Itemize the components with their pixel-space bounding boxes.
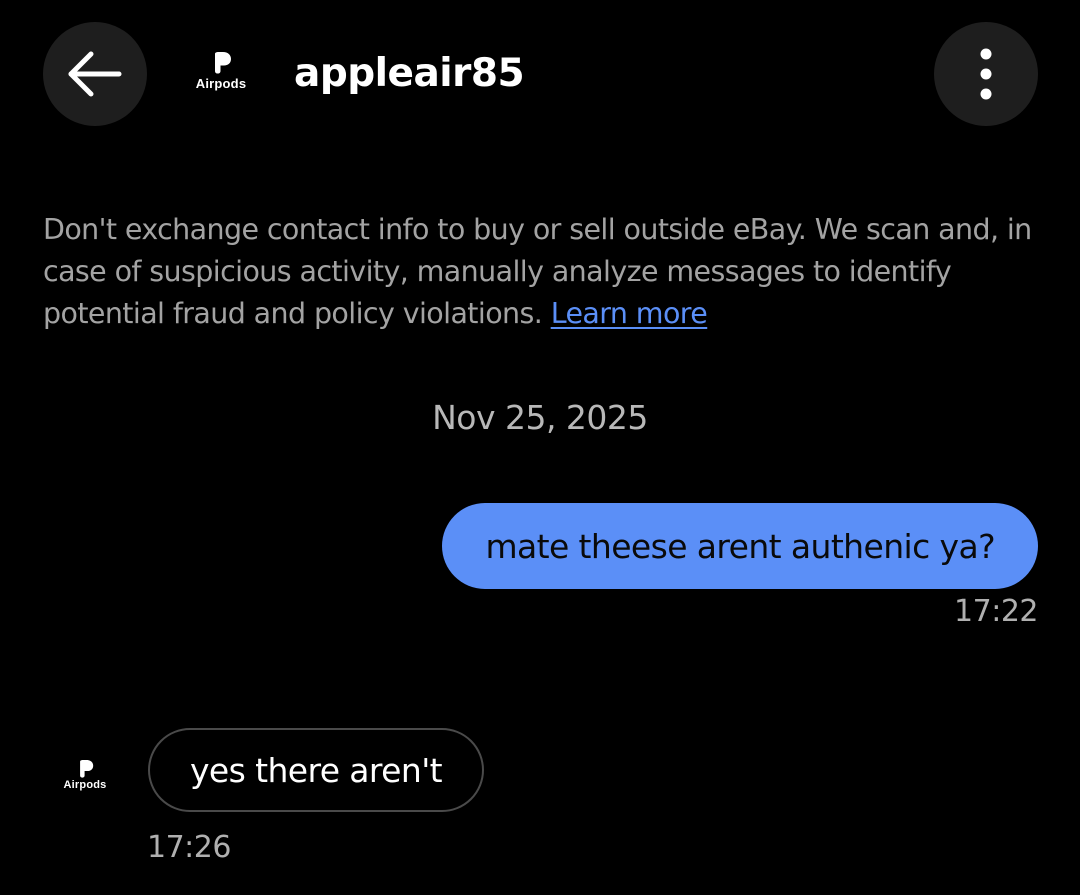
more-options-button[interactable]	[934, 22, 1038, 126]
airpod-icon	[215, 52, 231, 74]
message-text: mate theese arent authenic ya?	[485, 526, 995, 566]
vertical-dots-icon	[980, 48, 992, 100]
date-separator: Nov 25, 2025	[432, 398, 648, 437]
message-timestamp: 17:22	[954, 594, 1038, 629]
disclaimer-text: Don't exchange contact info to buy or se…	[43, 213, 1032, 330]
learn-more-link[interactable]: Learn more	[551, 297, 708, 330]
conversation-title[interactable]: appleair85	[294, 48, 525, 100]
message-text: yes there aren't	[190, 750, 443, 790]
airpod-icon	[80, 760, 94, 778]
seller-avatar[interactable]: Airpods	[185, 52, 257, 91]
avatar-logo-text: Airpods	[195, 76, 247, 91]
sender-avatar[interactable]: Airpods	[57, 760, 113, 791]
outgoing-message-bubble[interactable]: mate theese arent authenic ya?	[442, 503, 1038, 589]
avatar-logo-text: Airpods	[63, 779, 107, 791]
back-button[interactable]	[43, 22, 147, 126]
incoming-message-bubble[interactable]: yes there aren't	[148, 728, 484, 812]
safety-disclaimer: Don't exchange contact info to buy or se…	[43, 209, 1043, 335]
message-timestamp: 17:26	[147, 830, 231, 865]
arrow-left-icon	[68, 51, 122, 97]
